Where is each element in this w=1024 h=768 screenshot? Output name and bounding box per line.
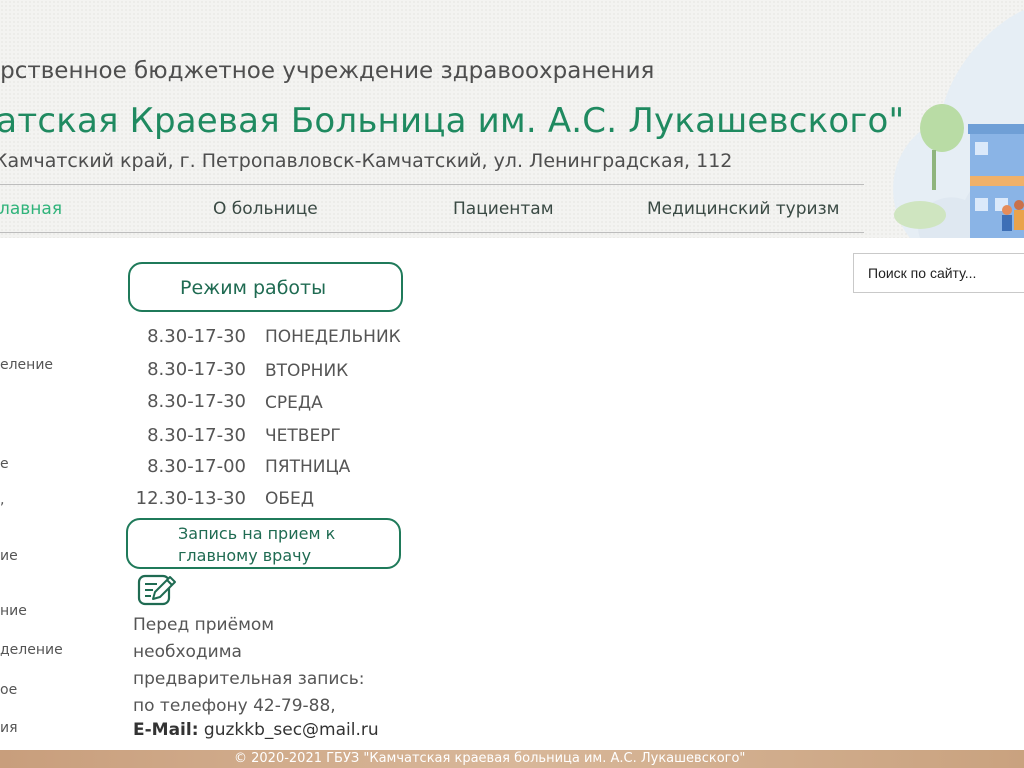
email-label: E-Mail: <box>133 720 199 740</box>
schedule-time: 8.30-17-30 <box>147 425 246 446</box>
sidebar-item-3[interactable]: , <box>0 492 4 508</box>
site-footer: © 2020-2021 ГБУЗ "Камчатская краевая бол… <box>0 750 1024 768</box>
hospital-illustration <box>893 10 1024 238</box>
sidebar-item-6[interactable]: деление <box>0 642 63 658</box>
schedule-time: 8.30-17-30 <box>147 359 246 380</box>
org-type-line: арственное бюджетное учреждение здравоох… <box>0 58 655 84</box>
schedule-day: ПОНЕДЕЛЬНИК <box>265 327 401 347</box>
schedule-day: ВТОРНИК <box>265 361 349 381</box>
note-line: предварительная запись: <box>133 669 365 689</box>
sidebar-item-8[interactable]: ия <box>0 720 18 736</box>
site-header: арственное бюджетное учреждение здравоох… <box>0 0 1024 238</box>
contact-email: E-Mail: guzkkb_sec@mail.ru <box>133 720 379 740</box>
working-hours-title: Режим работы <box>180 277 327 299</box>
working-hours-header: Режим работы <box>128 262 403 312</box>
note-line: необходима <box>133 642 242 662</box>
hospital-address: Камчатский край, г. Петропавловск-Камчат… <box>0 150 733 172</box>
note-line: по телефону 42-79-88, <box>133 696 336 716</box>
schedule-time: 8.30-17-30 <box>147 326 246 347</box>
edit-icon[interactable] <box>137 573 177 607</box>
note-line: Перед приёмом <box>133 615 275 635</box>
site-search-input[interactable] <box>853 253 1024 293</box>
schedule-time: 12.30-13-30 <box>135 488 246 509</box>
nav-item-home[interactable]: лавная <box>0 199 62 219</box>
sidebar-item-5[interactable]: ние <box>0 603 27 619</box>
schedule-day: ПЯТНИЦА <box>265 457 351 477</box>
nav-top-divider <box>0 184 864 185</box>
schedule-time: 8.30-17-30 <box>147 391 246 412</box>
email-link[interactable]: guzkkb_sec@mail.ru <box>204 720 379 740</box>
sidebar-item-2[interactable]: е <box>0 456 9 472</box>
sidebar-item-1[interactable]: еление <box>0 357 53 373</box>
schedule-time: 8.30-17-00 <box>147 456 246 477</box>
appointment-note: Перед приёмом необходима предварительная… <box>133 612 393 720</box>
nav-item-about[interactable]: О больнице <box>213 199 318 219</box>
sidebar-item-7[interactable]: ое <box>0 682 17 698</box>
sidebar-item-4[interactable]: ие <box>0 548 18 564</box>
hospital-name: чатская Краевая Больница им. А.С. Лукаше… <box>0 101 905 141</box>
schedule-day: ЧЕТВЕРГ <box>265 426 341 446</box>
appointment-button[interactable]: Запись на прием к главному врачу <box>126 518 401 569</box>
nav-bottom-divider <box>0 232 864 233</box>
nav-item-medical-tourism[interactable]: Медицинский туризм <box>647 199 839 219</box>
appointment-button-label: Запись на прием к главному врачу <box>178 524 336 565</box>
footer-copyright: © 2020-2021 ГБУЗ "Камчатская краевая бол… <box>234 751 746 766</box>
schedule-day: ОБЕД <box>265 489 315 509</box>
schedule-day: СРЕДА <box>265 393 323 413</box>
nav-item-patients[interactable]: Пациентам <box>453 199 554 219</box>
